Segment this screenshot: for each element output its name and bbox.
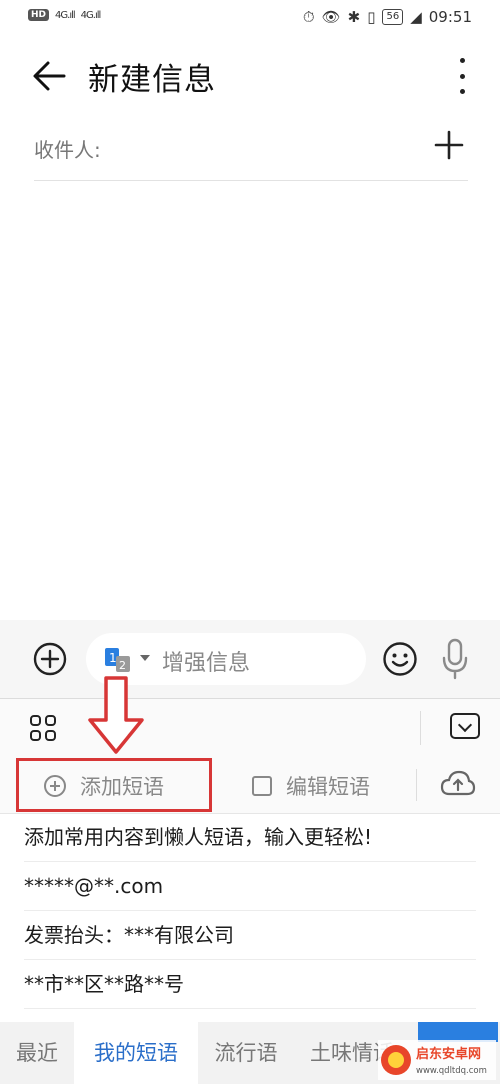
grid-menu-icon[interactable] [30,715,56,741]
recipient-field[interactable]: 收件人: [34,128,468,181]
svg-text:1: 1 [109,651,117,665]
svg-text:www.qdltdq.com: www.qdltdq.com [416,1066,487,1076]
svg-text:2: 2 [119,659,126,672]
chevron-down-icon[interactable] [140,655,150,661]
sim-select-icon[interactable]: 1 2 [104,647,132,673]
vibrate-icon: ▯ [367,8,376,26]
hd-badge: HD [28,9,50,21]
microphone-icon[interactable] [441,637,469,681]
list-item[interactable]: 添加常用内容到懒人短语，输入更轻松! [24,813,476,862]
edit-icon [252,776,272,796]
blue-chip [418,1022,498,1042]
cloud-sync-icon[interactable] [440,769,476,799]
list-item[interactable]: 发票抬头：***有限公司 [24,911,476,960]
tab-my-phrases[interactable]: 我的短语 [74,1022,198,1084]
bluetooth-icon: ✱ [347,8,361,26]
watermark-logo: 启东安卓网 www.qdltdq.com [378,1040,496,1080]
emoji-icon[interactable] [382,641,418,677]
message-composer: 1 2 增强信息 [0,620,500,699]
annotation-arrow-icon [88,676,144,754]
signal-icon-1: 4G.ıll [55,9,76,21]
edit-phrase-label: 编辑短语 [286,775,370,799]
status-bar: HD 4G.ıll 4G.ıll ⏱ 👁 ✱ ▯ 56 ◢ 09:51 [0,0,500,36]
tab-recent[interactable]: 最近 [0,1022,74,1084]
leaf-icon: ◢ [410,8,422,26]
list-item[interactable]: *****@**.com [24,862,476,911]
add-recipient-icon[interactable] [434,130,464,160]
annotation-highlight-box [16,758,212,812]
app-header: 新建信息 [0,40,500,112]
back-arrow-icon[interactable] [30,56,70,96]
tab-popular[interactable]: 流行语 [198,1022,294,1084]
alarm-icon: ⏱ [302,8,315,26]
status-right: ⏱ 👁 ✱ ▯ 56 ◢ 09:51 [303,8,472,26]
message-placeholder: 增强信息 [162,651,251,676]
divider [416,769,417,801]
add-attachment-icon[interactable] [33,642,67,676]
status-time: 09:51 [428,8,472,26]
keyboard-toolbar [0,699,500,758]
edit-phrase-button[interactable]: 编辑短语 [252,771,370,801]
list-item[interactable]: **市**区**路**号 [24,960,476,1009]
signal-icon-2: 4G.ıll [80,9,102,21]
status-left: HD 4G.ıll 4G.ıll [28,9,102,21]
battery-icon: 56 [382,9,404,25]
eye-icon: 👁 [321,8,341,26]
hide-keyboard-icon[interactable] [450,713,480,739]
page-title: 新建信息 [88,62,216,98]
recipient-label: 收件人: [34,138,101,162]
more-options-icon[interactable] [454,58,470,94]
svg-text:启东安卓网: 启东安卓网 [416,1046,481,1062]
divider [420,711,421,745]
